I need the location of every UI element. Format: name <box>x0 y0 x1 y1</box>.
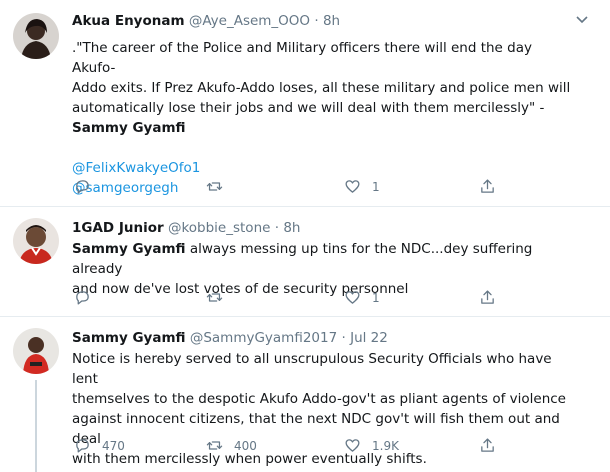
reply-count: 470 <box>102 438 125 453</box>
retweet-icon <box>206 293 223 302</box>
more-options-chevron-icon[interactable] <box>576 14 588 27</box>
author-name[interactable]: 1GAD Junior <box>72 220 164 236</box>
avatar-1gad-junior[interactable] <box>13 218 59 264</box>
author-handle[interactable]: @kobbie_stone <box>168 220 271 236</box>
tweet-signature: Sammy Gyamfi <box>72 120 186 136</box>
tweet-text-line: Addo exits. If Prez Akufo-Addo loses, al… <box>72 80 571 96</box>
heart-icon <box>345 439 360 452</box>
tweet-text-line: themselves to the despotic Akufo Addo-go… <box>72 391 566 407</box>
like-count: 1 <box>372 179 380 194</box>
tweet-text-line: automatically lose their jobs and we wil… <box>72 100 545 116</box>
reply-button[interactable] <box>74 178 102 195</box>
reply-icon <box>76 180 89 194</box>
tweet-1[interactable]: Akua Enyonam @Aye_Asem_OOO · 8h ."The ca… <box>0 0 610 205</box>
reply-button[interactable] <box>74 289 102 306</box>
separator-dot: · <box>341 330 346 346</box>
tweet-time[interactable]: Jul 22 <box>350 330 388 346</box>
tweet-text-line: Sammy Gyamfi always messing up tins for … <box>72 239 577 279</box>
like-count: 1.9K <box>372 438 399 453</box>
retweet-button[interactable] <box>206 178 234 195</box>
separator-dot: · <box>314 13 319 29</box>
retweet-count: 400 <box>234 438 257 453</box>
tweet-3[interactable]: Sammy Gyamfi @SammyGyamfi2017 · Jul 22 N… <box>0 317 610 472</box>
reply-button[interactable]: 470 <box>74 437 125 454</box>
tweet-time[interactable]: 8h <box>283 220 300 236</box>
retweet-icon <box>206 441 223 450</box>
share-button[interactable] <box>479 178 496 195</box>
author-name[interactable]: Akua Enyonam <box>72 13 185 29</box>
avatar-sammy-gyamfi[interactable] <box>13 328 59 374</box>
retweet-button[interactable] <box>206 289 234 306</box>
heart-icon <box>345 180 360 193</box>
retweet-button[interactable]: 400 <box>206 437 257 454</box>
author-handle[interactable]: @SammyGyamfi2017 <box>190 330 337 346</box>
author-handle[interactable]: @Aye_Asem_OOO <box>189 13 310 29</box>
share-button[interactable] <box>479 289 496 306</box>
like-button[interactable]: 1 <box>344 289 380 306</box>
avatar-akua-enyonam[interactable] <box>13 13 59 59</box>
share-icon <box>481 438 494 452</box>
share-button[interactable] <box>479 437 496 454</box>
tweet-text-line: Notice is hereby served to all unscrupul… <box>72 351 552 387</box>
like-count: 1 <box>372 290 380 305</box>
share-icon <box>481 290 494 304</box>
reply-icon <box>76 291 89 305</box>
mention-link[interactable]: @FelixKwakyeOfo1 <box>72 158 577 178</box>
tweet-text-line: ."The career of the Police and Military … <box>72 40 532 76</box>
reply-icon <box>76 439 89 453</box>
tweet-2[interactable]: 1GAD Junior @kobbie_stone · 8h Sammy Gya… <box>0 207 610 315</box>
share-icon <box>481 179 494 193</box>
author-name[interactable]: Sammy Gyamfi <box>72 330 186 346</box>
retweet-icon <box>206 182 223 191</box>
thread-line <box>35 380 37 472</box>
mentioned-name: Sammy Gyamfi <box>72 241 186 257</box>
like-button[interactable]: 1.9K <box>344 437 399 454</box>
like-button[interactable]: 1 <box>344 178 380 195</box>
heart-icon <box>345 291 360 304</box>
separator-dot: · <box>274 220 280 236</box>
tweet-time[interactable]: 8h <box>323 13 340 29</box>
